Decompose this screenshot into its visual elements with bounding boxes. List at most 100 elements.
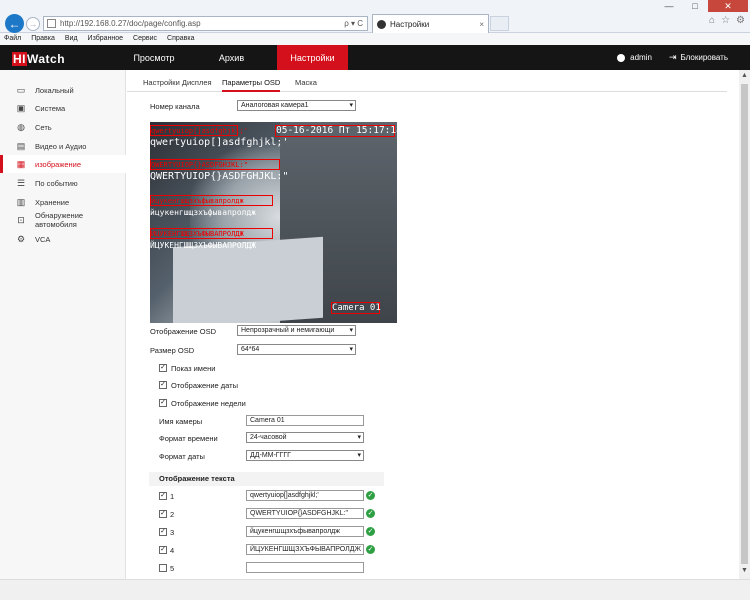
text-5-input[interactable] (246, 562, 364, 573)
subtabs: Настройки Дисплея Параметры OSD Маска (127, 76, 727, 92)
browser-toolbar: — □ ✕ ← → http://192.168.0.27/doc/page/c… (0, 0, 750, 33)
close-window-button[interactable]: ✕ (708, 0, 748, 12)
osd-line-4: ЙЦУКЕНГШЩЗХЪФЫВАПРОЛДЖ (150, 241, 256, 250)
tab-favicon-icon (377, 19, 386, 29)
text-5-number: 5 (170, 564, 175, 573)
sidebar-item-event[interactable]: ☰ По событию (0, 174, 126, 192)
show-week-label: Отображение недели (171, 399, 246, 408)
app-header: HIWatch Просмотр Архив Настройки admin ⇥… (0, 45, 750, 70)
tab-display-settings[interactable]: Настройки Дисплея (143, 76, 212, 92)
browser-tab[interactable]: Настройки × (372, 14, 489, 33)
new-tab-button[interactable] (490, 16, 509, 31)
maximize-button[interactable]: □ (682, 0, 708, 12)
sidebar-item-video-audio[interactable]: ▤ Видео и Аудио (0, 137, 126, 155)
nav-live-view[interactable]: Просмотр (126, 45, 182, 70)
text-4-checkbox[interactable]: ✓ (159, 546, 167, 554)
user-icon (617, 53, 626, 62)
tab-close-icon[interactable]: × (479, 20, 484, 29)
storage-icon: ▥ (16, 196, 26, 207)
browser-icons: ⌂ ☆ ⚙ (709, 15, 745, 26)
sidebar-item-image[interactable]: ▦ изображение (0, 155, 126, 173)
sidebar-item-local[interactable]: ▭ Локальный (0, 81, 126, 99)
sidebar-item-storage[interactable]: ▥ Хранение (0, 193, 126, 211)
sidebar-item-system[interactable]: ▣ Система (0, 99, 126, 117)
osd-display-select[interactable]: Непрозрачный и немигающи ▾ (237, 325, 356, 336)
home-icon[interactable]: ⌂ (709, 15, 715, 26)
osd-line-2: QWERTYUIOP{}ASDFGHJKL:" (150, 171, 289, 182)
tab-osd-settings[interactable]: Параметры OSD (222, 76, 281, 92)
text-5-checkbox[interactable] (159, 564, 167, 572)
osd-size-select[interactable]: 64*64 ▾ (237, 344, 356, 355)
text-3-number: 3 (170, 528, 175, 537)
nav-configuration[interactable]: Настройки (277, 45, 348, 70)
text-4-input[interactable]: ЙЦУКЕНГШЩЗХЪФЫВАПРОЛДЖ (246, 544, 364, 555)
lock-button[interactable]: Блокировать (681, 53, 729, 62)
text-3-ok-icon: ✓ (366, 527, 375, 536)
osd-label-1: qwertyuiop[]asdfghjkl;' (151, 127, 248, 135)
text-3-checkbox[interactable]: ✓ (159, 528, 167, 536)
menu-help[interactable]: Справка (167, 33, 194, 45)
menu-tools[interactable]: Сервис (133, 33, 157, 45)
text-2-checkbox[interactable]: ✓ (159, 510, 167, 518)
network-icon: ◍ (17, 121, 25, 132)
sidebar-item-vca[interactable]: ⚙ VCA (0, 230, 126, 248)
settings-icon[interactable]: ⚙ (736, 15, 745, 26)
address-url[interactable]: http://192.168.0.27/doc/page/config.asp (60, 19, 201, 28)
vca-icon: ⚙ (16, 233, 26, 244)
sidebar: ▭ Локальный ▣ Система ◍ Сеть ▤ Видео и Аудио… (0, 70, 126, 600)
nav-playback[interactable]: Архив (194, 45, 269, 70)
osd-display-label: Отображение OSD (150, 327, 217, 336)
scroll-thumb[interactable] (741, 84, 748, 564)
osd-label-3: йцукенгшщзхъфывапролдж (151, 197, 244, 205)
forward-button[interactable]: → (26, 17, 40, 31)
system-icon: ▣ (16, 102, 26, 113)
show-week-checkbox[interactable]: ✓ (159, 399, 167, 407)
username[interactable]: admin (630, 53, 652, 62)
osd-label-4: ЙЦУКЕНГШЩЗХЪФЫВАПРОЛДЖ (151, 230, 244, 238)
time-format-select[interactable]: 24-часовой ▾ (246, 432, 364, 443)
event-icon: ☰ (16, 177, 26, 188)
browser-menubar: Файл Правка Вид Избранное Сервис Справка (0, 33, 750, 45)
camera-name-input[interactable]: Camera 01 (246, 415, 364, 426)
show-date-checkbox[interactable]: ✓ (159, 381, 167, 389)
favorites-icon[interactable]: ☆ (721, 15, 730, 26)
image-icon: ▦ (16, 158, 26, 169)
tab-title: Настройки (390, 19, 430, 29)
date-format-select[interactable]: ДД-ММ-ГГГГ ▾ (246, 450, 364, 461)
scroll-down-arrow-icon[interactable]: ▼ (739, 567, 750, 577)
minimize-button[interactable]: — (656, 0, 682, 12)
text-2-ok-icon: ✓ (366, 509, 375, 518)
address-bar[interactable]: http://192.168.0.27/doc/page/config.asp … (43, 16, 368, 31)
text-1-checkbox[interactable]: ✓ (159, 492, 167, 500)
logo: HIWatch (12, 52, 66, 66)
sidebar-item-network[interactable]: ◍ Сеть (0, 118, 126, 136)
video-icon: ▤ (16, 140, 26, 151)
header-user-area: admin ⇥ Блокировать (617, 45, 728, 70)
sidebar-item-vehicle[interactable]: ⊡ Обнаружение автомобиля (0, 211, 126, 229)
date-format-label: Формат даты (159, 452, 205, 461)
tab-privacy-mask[interactable]: Маска (295, 76, 317, 92)
menu-edit[interactable]: Правка (31, 33, 55, 45)
vertical-scrollbar[interactable]: ▲ ▼ (739, 70, 750, 579)
horizontal-scrollbar[interactable] (0, 579, 750, 600)
show-name-checkbox[interactable]: ✓ (159, 364, 167, 372)
text-1-ok-icon: ✓ (366, 491, 375, 500)
osd-camera-name: Camera 01 (332, 303, 381, 313)
show-name-label: Показ имени (171, 364, 216, 373)
channel-select[interactable]: Аналоговая камера1 ▾ (237, 100, 356, 111)
text-2-input[interactable]: QWERTYUIOP{}ASDFGHJKL:" (246, 508, 364, 519)
menu-favorites[interactable]: Избранное (88, 33, 123, 45)
text-4-ok-icon: ✓ (366, 545, 375, 554)
text-1-input[interactable]: qwertyuiop[]asdfghjkl;' (246, 490, 364, 501)
menu-view[interactable]: Вид (65, 33, 78, 45)
text-3-input[interactable]: йцукенгшщзхъфывапролдж (246, 526, 364, 537)
scroll-up-arrow-icon[interactable]: ▲ (739, 72, 750, 82)
window-controls: — □ ✕ (656, 0, 748, 12)
text-overlay-section-header: Отображение текста (149, 472, 384, 486)
video-preview[interactable]: qwertyuiop[]asdfghjkl;' qwertyuiop[]asdf… (150, 122, 397, 323)
address-tools[interactable]: ρ ▾ C (344, 19, 363, 28)
menu-file[interactable]: Файл (4, 33, 21, 45)
page-icon (47, 19, 56, 28)
monitor-icon: ▭ (16, 84, 26, 95)
back-button[interactable]: ← (5, 14, 24, 33)
